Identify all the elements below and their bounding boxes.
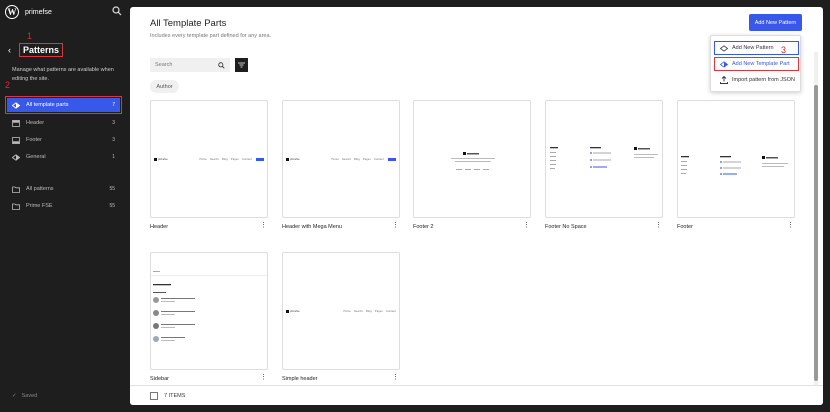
footer-preview — [451, 152, 495, 170]
add-new-pattern-button[interactable]: Add New Pattern — [749, 14, 802, 31]
annotation-2: 2 — [5, 80, 11, 90]
header-icon — [12, 119, 20, 127]
template-parts-icon — [12, 101, 20, 109]
menu-item-label: Add New Template Part — [732, 61, 790, 67]
save-status: ✓ Saved — [12, 393, 37, 399]
wordpress-logo-icon[interactable]: W — [5, 5, 19, 19]
pattern-card[interactable]: primefse Home Search Blog Pages Contact Heade… — [150, 100, 268, 230]
annotation-1: 1 — [27, 31, 33, 41]
site-name[interactable]: primefse — [25, 9, 52, 16]
more-options-icon[interactable]: ⋮ — [523, 222, 530, 229]
upload-icon — [720, 76, 728, 84]
more-options-icon[interactable]: ⋮ — [260, 222, 267, 229]
menu-item-import-json[interactable]: Import pattern from JSON — [714, 73, 799, 87]
sidebar-item-general[interactable]: General 1 — [7, 150, 120, 164]
more-options-icon[interactable]: ⋮ — [392, 374, 399, 381]
pattern-preview[interactable]: primefse Home Search Blog Pages Contact — [282, 100, 400, 218]
footer-preview — [550, 147, 658, 169]
sidebar-item-all-patterns[interactable]: All patterns 55 — [7, 182, 120, 196]
pattern-card[interactable]: primefse Home Search Blog Pages Contact Heade… — [282, 100, 400, 230]
sidebar-description: Manage what patterns are available when … — [12, 67, 114, 82]
author-filter-chip[interactable]: Author — [150, 80, 179, 93]
footer-icon — [12, 136, 20, 144]
menu-item-add-new-pattern[interactable]: Add New Pattern — [714, 41, 799, 55]
pattern-card[interactable]: primefse Home Search Blog Pages Contact Simpl… — [282, 252, 400, 382]
add-new-dropdown-menu: 3 Add New Pattern Add New Template Part … — [710, 35, 801, 92]
sidebar-item-prime-fse[interactable]: Prime FSE 55 — [7, 199, 120, 213]
header-preview: primefse Home Search Blog Pages Contact — [154, 157, 264, 161]
scrollbar-thumb[interactable] — [814, 85, 818, 381]
filter-button[interactable] — [235, 58, 248, 72]
more-options-icon[interactable]: ⋮ — [787, 222, 794, 229]
sidebar-item-label: General — [26, 154, 46, 160]
main-panel: All Template Parts Includes every templa… — [130, 7, 823, 405]
menu-item-label: Add New Pattern — [732, 45, 774, 51]
pattern-card[interactable]: Footer ⋮ — [677, 100, 795, 230]
sidebar-item-count: 3 — [112, 120, 115, 126]
sidebar-item-label: All template parts — [26, 102, 69, 108]
search-icon — [218, 61, 225, 69]
more-options-icon[interactable]: ⋮ — [655, 222, 662, 229]
menu-item-label: Import pattern from JSON — [732, 77, 795, 83]
symbol-icon — [12, 153, 20, 161]
save-status-label: Saved — [21, 393, 38, 399]
header-preview: primefse Home Search Blog Pages Contact — [286, 309, 396, 313]
pattern-name[interactable]: Simple header — [282, 376, 317, 382]
pattern-preview[interactable] — [150, 252, 268, 370]
pattern-name[interactable]: Footer — [677, 224, 693, 230]
sidebar-item-footer[interactable]: Footer 3 — [7, 133, 120, 147]
sidebar-item-count: 1 — [112, 154, 115, 160]
folder-icon — [12, 203, 20, 210]
sidebar-preview — [151, 271, 267, 342]
pattern-name[interactable]: Footer 2 — [413, 224, 433, 230]
main-subtitle: Includes every template part defined for… — [150, 33, 272, 39]
sidebar-item-count: 7 — [112, 102, 115, 108]
back-chevron-icon[interactable]: ‹ — [8, 45, 11, 55]
pattern-preview[interactable] — [413, 100, 531, 218]
sidebar-item-count: 55 — [109, 186, 115, 192]
select-all-checkbox[interactable] — [150, 391, 158, 400]
footer-preview — [681, 156, 788, 175]
pattern-name[interactable]: Sidebar — [150, 376, 169, 382]
sidebar: W primefse 1 ‹ Patterns Manage what patt… — [0, 0, 130, 412]
pattern-preview[interactable] — [545, 100, 663, 218]
menu-item-add-new-template-part[interactable]: Add New Template Part — [714, 57, 799, 71]
check-icon: ✓ — [12, 393, 17, 399]
page-title: Patterns — [19, 43, 64, 57]
pattern-card[interactable]: Sidebar ⋮ — [150, 252, 268, 382]
search-input[interactable]: Search — [150, 58, 230, 72]
more-options-icon[interactable]: ⋮ — [392, 222, 399, 229]
items-count: 7 ITEMS — [164, 392, 186, 399]
symbol-icon — [720, 44, 728, 52]
pattern-preview[interactable]: primefse Home Search Blog Pages Contact — [282, 252, 400, 370]
sidebar-item-label: Header — [26, 120, 45, 126]
more-options-icon[interactable]: ⋮ — [260, 374, 267, 381]
pattern-preview[interactable]: primefse Home Search Blog Pages Contact — [150, 100, 268, 218]
search-icon[interactable] — [112, 6, 122, 16]
sidebar-item-label: Prime FSE — [26, 203, 53, 209]
search-placeholder: Search — [155, 62, 173, 68]
template-parts-icon — [720, 60, 728, 68]
pattern-card[interactable]: Footer No Space ⋮ — [545, 100, 663, 230]
footer-bar: 7 ITEMS — [130, 385, 823, 405]
sidebar-item-header[interactable]: Header 3 — [7, 116, 120, 130]
folder-icon — [12, 186, 20, 193]
sidebar-item-count: 3 — [112, 137, 115, 143]
pattern-name[interactable]: Header with Mega Menu — [282, 224, 342, 230]
sidebar-item-all-template-parts[interactable]: All template parts 7 — [5, 96, 122, 114]
sidebar-item-label: Footer — [26, 137, 42, 143]
sidebar-item-label: All patterns — [26, 186, 54, 192]
sidebar-item-count: 55 — [109, 203, 115, 209]
pattern-name[interactable]: Footer No Space — [545, 224, 587, 230]
header-preview: primefse Home Search Blog Pages Contact — [286, 157, 396, 161]
main-title: All Template Parts — [150, 18, 227, 29]
pattern-name[interactable]: Header — [150, 224, 168, 230]
pattern-card[interactable]: Footer 2 ⋮ — [413, 100, 531, 230]
filter-icon — [238, 62, 245, 68]
pattern-preview[interactable] — [677, 100, 795, 218]
